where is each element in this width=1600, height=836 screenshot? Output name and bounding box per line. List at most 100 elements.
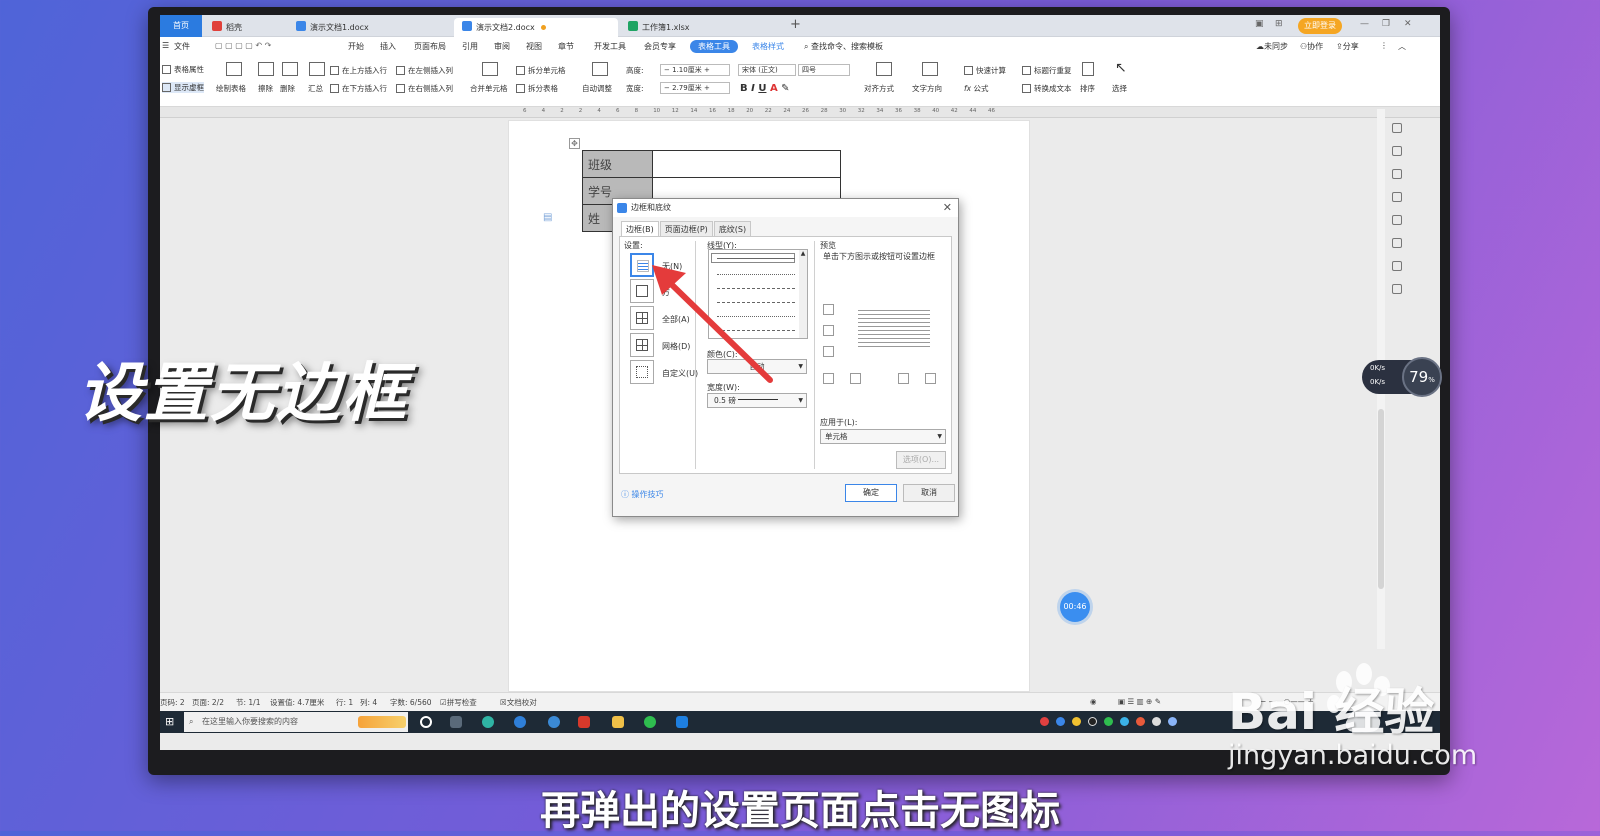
edit-tool-icon[interactable] [1392, 146, 1402, 156]
more-icon[interactable]: ⋮ [1380, 41, 1388, 50]
font-family-select[interactable]: 宋体 (正文) [738, 64, 796, 76]
menu-file[interactable]: 文件 [174, 41, 190, 52]
tray-icon[interactable] [1120, 717, 1129, 726]
app-icon[interactable] [676, 716, 688, 728]
tray-icon[interactable] [1168, 717, 1177, 726]
insert-below-button[interactable]: 在下方插入行 [330, 83, 387, 94]
summary-button[interactable]: 汇总 [308, 83, 323, 94]
width-select[interactable]: 0.5 磅 ▼ [707, 393, 807, 408]
wechat-tray-icon[interactable] [1104, 717, 1113, 726]
line-style-scrollbar[interactable]: ▲ [799, 250, 807, 338]
menu-table-style[interactable]: 表格样式 [752, 41, 784, 52]
tray-icon[interactable] [1152, 717, 1161, 726]
line-style-dashdot[interactable] [717, 316, 795, 317]
help-tool-icon[interactable] [1392, 215, 1402, 225]
line-style-dashed[interactable] [717, 302, 795, 303]
font-size-select[interactable]: 四号 [798, 64, 850, 76]
cancel-button[interactable]: 取消 [903, 484, 955, 502]
color-select[interactable]: 自动 ▼ [707, 359, 807, 374]
grid-apps-icon[interactable]: ⊞ [1275, 19, 1283, 29]
backup-tool-icon[interactable] [1392, 284, 1402, 294]
setting-grid-option[interactable] [630, 333, 654, 357]
menu-view[interactable]: 视图 [526, 41, 542, 52]
proofread-button[interactable]: ☒文档校对 [500, 697, 537, 708]
layout-icon[interactable]: ▣ [1255, 19, 1264, 29]
tray-icon[interactable] [1040, 717, 1049, 726]
menu-layout[interactable]: 页面布局 [414, 41, 446, 52]
left-border-icon[interactable] [850, 373, 861, 384]
menu-home[interactable]: 开始 [348, 41, 364, 52]
line-style-dashed[interactable] [717, 288, 795, 289]
adjust-tool-icon[interactable] [1392, 192, 1402, 202]
tab-xlsx[interactable]: 工作簿1.xlsx [620, 18, 784, 37]
style-tool-icon[interactable] [1392, 123, 1402, 133]
to-text-button[interactable]: 转换成文本 [1022, 83, 1072, 94]
setting-box-option[interactable] [630, 279, 654, 303]
quick-access-icons[interactable]: ▢ ▢ ▢ ▢ ↶ ↷ [215, 41, 271, 50]
minimize-icon[interactable]: — [1360, 19, 1369, 29]
close-window-icon[interactable]: ✕ [1404, 19, 1412, 29]
share-button[interactable]: ⇪分享 [1336, 41, 1359, 52]
right-border-icon[interactable] [898, 373, 909, 384]
collapse-ribbon-icon[interactable]: ︿ [1398, 41, 1406, 52]
image-tool-icon[interactable] [1392, 238, 1402, 248]
sort-button[interactable]: 排序 [1080, 83, 1095, 94]
table-cell[interactable]: 班级 [582, 150, 653, 178]
new-tab-plus-icon[interactable]: + [790, 17, 801, 32]
collab-button[interactable]: ⚇协作 [1300, 41, 1323, 52]
line-style-dashed[interactable] [717, 330, 795, 331]
login-button[interactable]: 立即登录 [1298, 18, 1342, 34]
tab-borders[interactable]: 边框(B) [621, 221, 659, 237]
diagonal-down-icon[interactable] [925, 373, 936, 384]
menu-dev-tools[interactable]: 开发工具 [594, 41, 626, 52]
insert-left-button[interactable]: 在左侧插入列 [396, 65, 453, 76]
tab-doc1[interactable]: 演示文档1.docx [288, 18, 452, 37]
task-view-icon[interactable] [450, 716, 462, 728]
bottom-border-icon[interactable] [823, 346, 834, 357]
menu-insert[interactable]: 插入 [380, 41, 396, 52]
width-input[interactable]: − 2.79厘米 + [660, 82, 730, 94]
line-style-dotted[interactable] [717, 274, 795, 275]
sync-status[interactable]: ☁未同步 [1256, 41, 1288, 52]
tray-icon[interactable] [1056, 717, 1065, 726]
cortana-icon[interactable] [420, 716, 432, 728]
setting-none-option[interactable] [630, 253, 654, 277]
spell-check-button[interactable]: ☑拼写检查 [440, 697, 477, 708]
location-tool-icon[interactable] [1392, 261, 1402, 271]
hamburger-icon[interactable]: ☰ [162, 41, 169, 50]
view-mode-icons[interactable]: ▣ ☰ ▥ ⊕ ✎ [1118, 697, 1161, 706]
text-direction-button[interactable]: 文字方向 [912, 83, 942, 94]
sogou-icon[interactable] [548, 716, 560, 728]
repeat-title-button[interactable]: 标题行重复 [1022, 65, 1072, 76]
tab-page-borders[interactable]: 页面边框(P) [659, 221, 713, 237]
show-grid-button[interactable]: 显示虚框 [162, 82, 204, 93]
tab-doc2[interactable]: 演示文档2.docx [454, 18, 618, 37]
quick-calc-button[interactable]: 快速计算 [964, 65, 1006, 76]
dialog-close-icon[interactable]: ✕ [943, 199, 952, 217]
wechat-icon[interactable] [644, 716, 656, 728]
memory-percent[interactable]: 79% [1402, 357, 1442, 397]
doc-options-icon[interactable]: ▤ [543, 212, 552, 223]
menu-review[interactable]: 审阅 [494, 41, 510, 52]
height-input[interactable]: − 1.10厘米 + [660, 64, 730, 76]
eye-icon[interactable]: ◉ [1090, 697, 1097, 706]
line-style-list[interactable]: ▲ [708, 249, 808, 339]
insert-above-button[interactable]: 在上方插入行 [330, 65, 387, 76]
align-button[interactable]: 对齐方式 [864, 83, 894, 94]
edge-icon[interactable] [514, 716, 526, 728]
format-icons[interactable]: B I U A ✎ [740, 83, 790, 94]
select-button[interactable]: 选择 [1112, 83, 1127, 94]
tiktok-tray-icon[interactable] [1088, 717, 1097, 726]
tray-icon[interactable] [1072, 717, 1081, 726]
line-style-solid[interactable] [717, 258, 795, 259]
tray-icon[interactable] [1136, 717, 1145, 726]
menu-member[interactable]: 会员专享 [644, 41, 676, 52]
tab-docer[interactable]: 稻壳 [204, 18, 286, 37]
browser-icon[interactable] [482, 716, 494, 728]
split-table-button[interactable]: 拆分表格 [516, 83, 558, 94]
tab-home[interactable]: 首页 [160, 15, 202, 37]
setting-all-option[interactable] [630, 306, 654, 330]
restore-icon[interactable]: ❐ [1382, 19, 1390, 29]
merge-cells-button[interactable]: 合并单元格 [470, 83, 508, 94]
folder-icon[interactable] [612, 716, 624, 728]
